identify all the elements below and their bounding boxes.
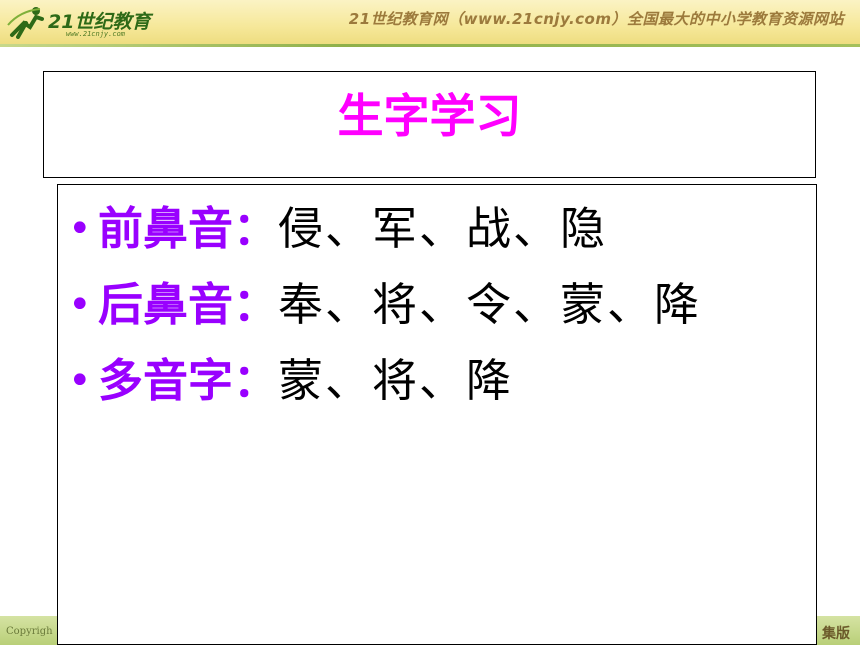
bullet-label: 多音字：: [98, 354, 279, 407]
slide-title: 生字学习: [337, 89, 522, 143]
bullet-label: 后鼻音：: [98, 278, 279, 331]
bullet-chars: 蒙、将、降: [278, 354, 514, 407]
bullet-label: 前鼻音：: [98, 202, 279, 255]
site-banner: 21世纪教育网（www.21cnjy.com）全国最大的中小学教育资源网站: [348, 10, 844, 28]
bullet-chars: 侵、军、战、隐: [278, 202, 608, 255]
header-bar: 21世纪教育 www.21cnjy.com 21世纪教育网（www.21cnjy…: [0, 0, 860, 44]
footer-right-text: 集版: [822, 626, 850, 642]
list-item: • 后鼻音：奉、将、令、蒙、降: [68, 267, 816, 343]
header-divider: [0, 44, 860, 47]
list-item: • 多音字：蒙、将、降: [68, 343, 816, 419]
bullet-dot-icon: •: [68, 282, 92, 328]
bullet-chars: 奉、将、令、蒙、降: [278, 278, 702, 331]
site-logo[interactable]: 21世纪教育 www.21cnjy.com: [6, 3, 156, 41]
title-box: 生字学习: [43, 71, 816, 178]
list-item: • 前鼻音：侵、军、战、隐: [68, 191, 816, 267]
footer-copyright: Copyrigh: [6, 626, 53, 637]
bullet-dot-icon: •: [68, 206, 92, 252]
bullet-list: • 前鼻音：侵、军、战、隐 • 后鼻音：奉、将、令、蒙、降 • 多音字：蒙、将、降: [68, 191, 816, 419]
content-box: • 前鼻音：侵、军、战、隐 • 后鼻音：奉、将、令、蒙、降 • 多音字：蒙、将、降: [57, 184, 817, 645]
running-figure-icon: [7, 7, 44, 39]
logo-subtitle: www.21cnjy.com: [66, 30, 126, 38]
bullet-dot-icon: •: [68, 358, 92, 404]
